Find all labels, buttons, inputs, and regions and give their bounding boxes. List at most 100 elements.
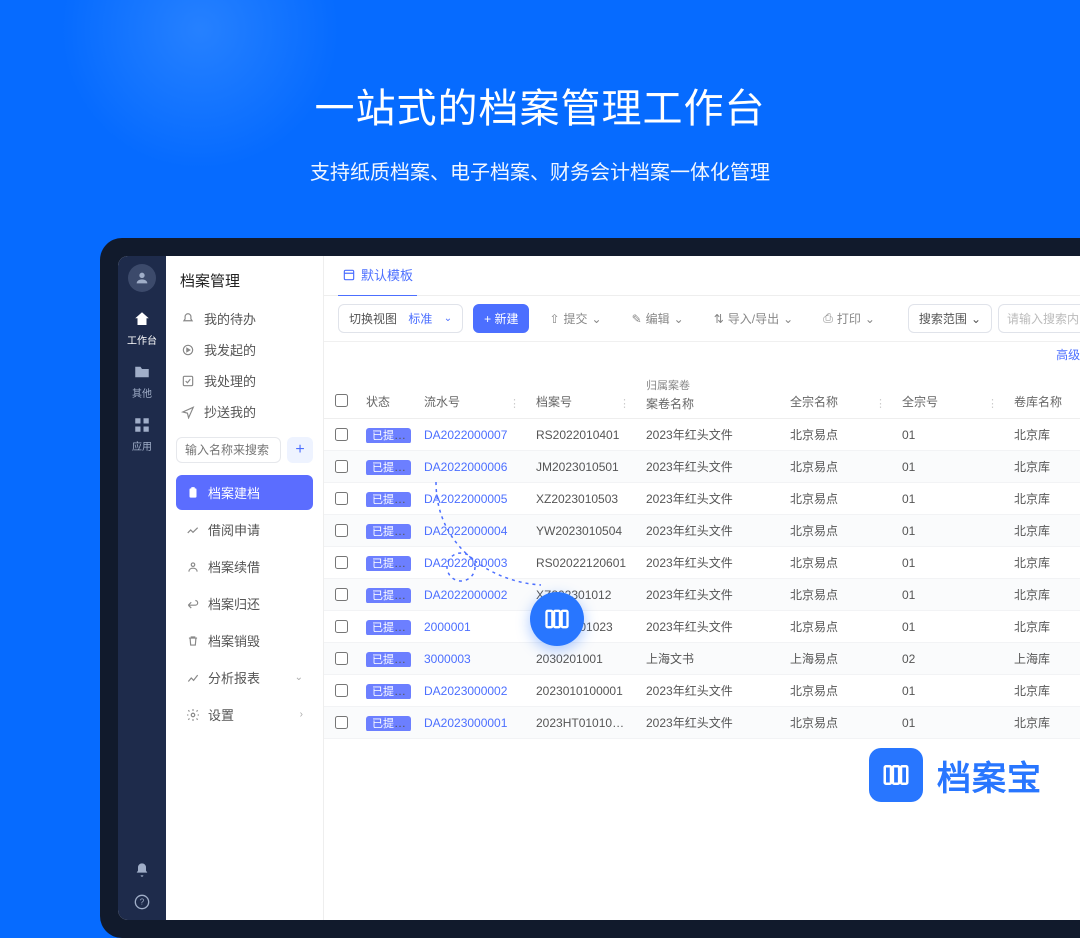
quick-label: 抄送我的	[204, 402, 256, 421]
cell-fond-no: 01	[894, 492, 1006, 506]
col-vol-name[interactable]: 卷库名称	[1006, 371, 1080, 418]
row-checkbox[interactable]	[335, 588, 348, 601]
table-row[interactable]: 已提交DA2022000006JM20230105012023年红头文件北京易点…	[324, 451, 1080, 483]
check-icon	[180, 373, 196, 389]
cell-serial[interactable]: DA2022000005	[416, 492, 528, 506]
quick-initiated[interactable]: 我发起的	[176, 334, 313, 365]
bell-icon[interactable]	[134, 862, 150, 878]
edit-button[interactable]: ✎ 编辑 ⌄	[622, 305, 694, 332]
nav-renew[interactable]: 档案续借	[176, 549, 313, 584]
table-row[interactable]: 已提交DA20230000012023HT0101000012023年红头文件北…	[324, 707, 1080, 739]
cell-case-name: 2023年红头文件	[638, 458, 782, 475]
tab-label: 默认模板	[361, 265, 413, 284]
cell-serial[interactable]: DA2022000007	[416, 428, 528, 442]
new-button[interactable]: + 新建	[473, 304, 529, 333]
hero-title: 一站式的档案管理工作台	[0, 76, 1080, 134]
search-scope-button[interactable]: 搜索范围 ⌄	[908, 304, 992, 333]
cell-fond-no: 01	[894, 556, 1006, 570]
cell-status: 已提交	[358, 555, 416, 571]
nav-borrow[interactable]: 借阅申请	[176, 512, 313, 547]
quick-todo[interactable]: 我的待办	[176, 303, 313, 334]
col-fond-no[interactable]: 全宗号⋮	[894, 371, 1006, 418]
advanced-search-row: 高级搜索 | ⚙	[324, 342, 1080, 371]
add-button[interactable]: +	[287, 437, 313, 463]
col-fond-name[interactable]: 全宗名称⋮	[782, 371, 894, 418]
cell-case-name: 2023年红头文件	[638, 618, 782, 635]
status-badge: 已提交	[366, 428, 411, 443]
avatar[interactable]	[128, 264, 156, 292]
nav-return[interactable]: 档案归还	[176, 586, 313, 621]
search-input[interactable]: 请输入搜索内	[998, 304, 1080, 333]
row-checkbox[interactable]	[335, 716, 348, 729]
cell-serial[interactable]: 2000001	[416, 620, 528, 634]
row-checkbox[interactable]	[335, 684, 348, 697]
cell-case-name: 2023年红头文件	[638, 522, 782, 539]
import-export-button[interactable]: ⇅ 导入/导出 ⌄	[704, 305, 803, 332]
cell-fond-name: 北京易点	[782, 682, 894, 699]
table-row[interactable]: 已提交30000032030201001上海文书上海易点02上海库	[324, 643, 1080, 675]
submit-button[interactable]: ⇧ 提交 ⌄	[539, 305, 611, 332]
select-all-checkbox[interactable]	[335, 394, 348, 407]
grip-icon: ⋮	[987, 397, 998, 410]
cell-vol-name: 北京库	[1006, 618, 1080, 635]
view-switch-button[interactable]: 切换视图 标准 ⌄	[338, 304, 463, 333]
cell-serial[interactable]: 3000003	[416, 652, 528, 666]
nav-label: 分析报表	[208, 668, 260, 687]
nav-settings[interactable]: 设置›	[176, 697, 313, 732]
col-case-name[interactable]: 归属案卷案卷名称	[638, 371, 782, 418]
svg-text:?: ?	[140, 898, 145, 907]
quick-processed[interactable]: 我处理的	[176, 365, 313, 396]
print-button[interactable]: ⎙ 打印 ⌄	[813, 305, 885, 332]
table-header: 状态 流水号⋮ 档案号⋮ 归属案卷案卷名称 全宗名称⋮ 全宗号⋮ 卷库名称	[324, 371, 1080, 419]
cell-serial[interactable]: DA2022000004	[416, 524, 528, 538]
quick-cc[interactable]: 抄送我的	[176, 396, 313, 427]
row-checkbox[interactable]	[335, 620, 348, 633]
btn-label: 切换视图	[349, 310, 397, 327]
app-screen: 工作台 其他 应用 ? 档案管理 我的待办 我发起的 我处理的 抄送我的	[118, 256, 1080, 920]
col-archive-no[interactable]: 档案号⋮	[528, 371, 638, 418]
quick-label: 我的待办	[204, 309, 256, 328]
row-checkbox[interactable]	[335, 428, 348, 441]
advanced-search-link[interactable]: 高级搜索	[1056, 348, 1080, 362]
table-row[interactable]: 已提交DA2022000007RS20220104012023年红头文件北京易点…	[324, 419, 1080, 451]
cell-vol-name: 北京库	[1006, 714, 1080, 731]
left-rail: 工作台 其他 应用 ?	[118, 256, 166, 920]
leftbar-item-workbench[interactable]: 工作台	[127, 310, 157, 347]
th-label: 状态	[366, 393, 390, 410]
cell-case-name: 2023年红头文件	[638, 714, 782, 731]
cell-serial[interactable]: DA2023000001	[416, 716, 528, 730]
table-row[interactable]: 已提交DA2022000003RS020221206012023年红头文件北京易…	[324, 547, 1080, 579]
row-checkbox[interactable]	[335, 492, 348, 505]
cell-fond-no: 01	[894, 684, 1006, 698]
table-row[interactable]: 已提交DA2022000005XZ20230105032023年红头文件北京易点…	[324, 483, 1080, 515]
cell-serial[interactable]: DA2022000006	[416, 460, 528, 474]
col-status[interactable]: 状态	[358, 371, 416, 418]
cell-fond-no: 01	[894, 620, 1006, 634]
cell-serial[interactable]: DA2022000003	[416, 556, 528, 570]
cell-fond-name: 北京易点	[782, 554, 894, 571]
help-icon[interactable]: ?	[134, 894, 150, 910]
row-checkbox[interactable]	[335, 460, 348, 473]
col-serial[interactable]: 流水号⋮	[416, 371, 528, 418]
cell-fond-no: 01	[894, 716, 1006, 730]
leftbar-item-apps[interactable]: 应用	[132, 416, 152, 453]
nav-destroy[interactable]: 档案销毁	[176, 623, 313, 658]
th-label: 流水号	[424, 393, 460, 410]
cell-fond-name: 北京易点	[782, 714, 894, 731]
tab-default-template[interactable]: 默认模板	[338, 256, 417, 297]
row-checkbox[interactable]	[335, 524, 348, 537]
table-row[interactable]: 已提交DA202300000220230101000012023年红头文件北京易…	[324, 675, 1080, 707]
table-row[interactable]: 已提交2000001RS2023010232023年红头文件北京易点01北京库	[324, 611, 1080, 643]
cell-serial[interactable]: DA2023000002	[416, 684, 528, 698]
nav-reports[interactable]: 分析报表⌄	[176, 660, 313, 695]
cell-serial[interactable]: DA2022000002	[416, 588, 528, 602]
row-checkbox-cell	[324, 489, 358, 508]
nav-archive-create[interactable]: 档案建档	[176, 475, 313, 510]
leftbar-item-other[interactable]: 其他	[132, 363, 152, 400]
status-badge: 已提交	[366, 684, 411, 699]
sidepanel-search-input[interactable]	[176, 437, 281, 463]
row-checkbox[interactable]	[335, 652, 348, 665]
table-row[interactable]: 已提交DA2022000004YW20230105042023年红头文件北京易点…	[324, 515, 1080, 547]
table-row[interactable]: 已提交DA2022000002XZ2023010122023年红头文件北京易点0…	[324, 579, 1080, 611]
row-checkbox[interactable]	[335, 556, 348, 569]
